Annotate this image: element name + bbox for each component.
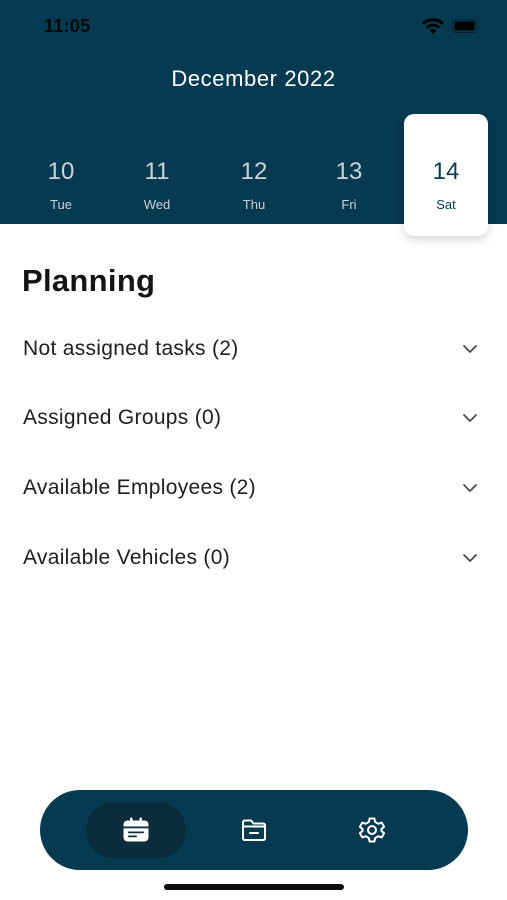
chevron-down-icon <box>463 345 477 353</box>
day-weekday: Wed <box>143 197 171 212</box>
day-11[interactable]: 11 Wed <box>115 114 199 236</box>
status-bar: 11:05 <box>0 0 507 54</box>
day-13[interactable]: 13 Fri <box>307 114 391 236</box>
folder-icon <box>242 819 266 841</box>
bottom-tab-bar <box>40 790 468 870</box>
chevron-down-icon <box>463 414 477 422</box>
chevron-down-icon <box>463 484 477 492</box>
gear-icon <box>358 817 386 843</box>
day-number: 13 <box>335 158 363 185</box>
day-weekday: Sat <box>436 197 456 212</box>
wifi-icon <box>421 18 445 34</box>
month-title: December 2022 <box>171 66 336 91</box>
accordion-assigned-groups[interactable]: Assigned Groups (0) <box>0 390 507 446</box>
tab-documents[interactable] <box>204 802 304 858</box>
accordion-not-assigned-tasks[interactable]: Not assigned tasks (2) <box>0 321 507 377</box>
day-weekday: Fri <box>341 197 357 212</box>
accordion-label: Available Employees (2) <box>23 476 256 499</box>
day-weekday: Thu <box>242 197 266 212</box>
accordion-label: Assigned Groups (0) <box>23 406 222 429</box>
battery-icon <box>452 19 479 33</box>
day-number: 11 <box>144 158 170 185</box>
tab-settings[interactable] <box>322 802 422 858</box>
day-number: 10 <box>47 158 75 185</box>
chevron-down-icon <box>463 554 477 562</box>
accordion-label: Not assigned tasks (2) <box>23 337 239 360</box>
calendar-icon <box>123 817 149 842</box>
status-time: 11:05 <box>44 16 91 36</box>
day-10[interactable]: 10 Tue <box>19 114 103 236</box>
page-title: Planning <box>22 263 156 298</box>
accordion-available-employees[interactable]: Available Employees (2) <box>0 460 507 516</box>
day-number: 12 <box>240 158 268 185</box>
tab-planning[interactable] <box>86 802 186 858</box>
day-weekday: Tue <box>50 197 72 212</box>
accordion-label: Available Vehicles (0) <box>23 546 230 569</box>
day-14-selected[interactable]: 14 Sat <box>404 114 488 236</box>
home-indicator <box>164 884 344 890</box>
day-number: 14 <box>432 158 460 185</box>
accordion-available-vehicles[interactable]: Available Vehicles (0) <box>0 530 507 586</box>
day-12[interactable]: 12 Thu <box>212 114 296 236</box>
